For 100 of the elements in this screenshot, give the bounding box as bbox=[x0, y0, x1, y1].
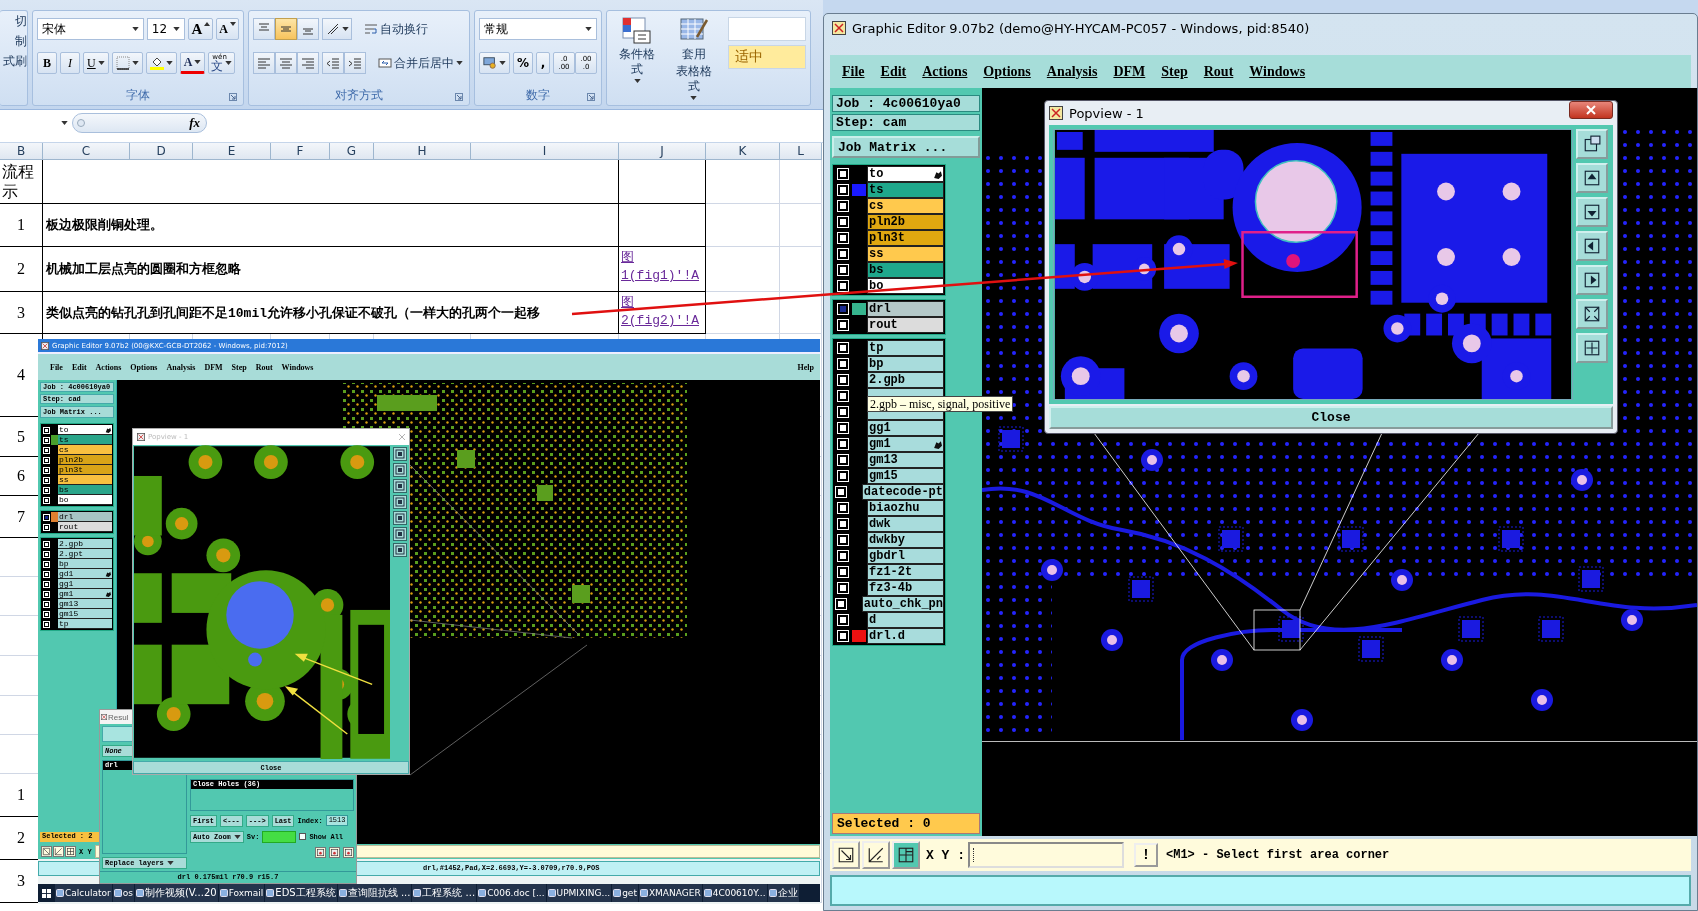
taskbar-item[interactable]: 查询阻抗线 ... bbox=[337, 884, 412, 902]
tool-button[interactable] bbox=[315, 847, 326, 858]
layer-name[interactable]: tp bbox=[867, 340, 944, 356]
layer-name[interactable]: pln2b bbox=[867, 214, 944, 230]
layer-checkbox[interactable] bbox=[837, 471, 848, 481]
layer-checkbox[interactable] bbox=[837, 320, 848, 330]
layer-checkbox[interactable] bbox=[44, 621, 49, 627]
menu-item[interactable]: Options bbox=[130, 362, 158, 372]
taskbar-item[interactable]: Foxmail bbox=[218, 884, 265, 902]
layer-checkbox[interactable] bbox=[837, 439, 848, 449]
view-tool-button[interactable] bbox=[393, 527, 407, 541]
column-header[interactable]: E bbox=[193, 143, 271, 160]
cell-style-swatch[interactable] bbox=[728, 17, 806, 41]
comma-style-button[interactable]: , bbox=[536, 52, 550, 74]
layer-checkbox[interactable] bbox=[44, 477, 49, 483]
layer-checkbox[interactable] bbox=[44, 591, 49, 597]
layer-checkbox[interactable] bbox=[44, 447, 49, 453]
layer-name[interactable]: cs bbox=[58, 445, 112, 455]
font-color-button[interactable]: A bbox=[179, 52, 206, 74]
menu-item[interactable]: Options bbox=[983, 63, 1031, 80]
layer-checkbox[interactable] bbox=[837, 359, 848, 369]
clipboard-command[interactable]: 切 bbox=[15, 14, 27, 28]
menu-item[interactable]: File bbox=[842, 63, 865, 80]
layer-checkbox[interactable] bbox=[837, 583, 848, 593]
menu-item[interactable]: Step bbox=[231, 362, 247, 372]
grow-font-button[interactable]: A bbox=[188, 18, 214, 40]
column-header[interactable]: H bbox=[374, 143, 471, 160]
close-button[interactable]: Close bbox=[1049, 406, 1613, 429]
layer-name[interactable]: fz3-4b bbox=[867, 580, 944, 596]
layer-name[interactable]: gg1 bbox=[58, 579, 112, 589]
layer-checkbox[interactable] bbox=[837, 343, 848, 353]
orientation-button[interactable] bbox=[322, 18, 352, 40]
layer-checkbox[interactable] bbox=[837, 407, 848, 417]
column-header[interactable]: B bbox=[0, 143, 43, 160]
taskbar-item[interactable]: 4C00610Y... bbox=[702, 884, 767, 902]
view-tool-button[interactable] bbox=[393, 511, 407, 525]
layer-name[interactable]: ss bbox=[867, 246, 944, 262]
menu-item[interactable]: Edit bbox=[71, 362, 87, 372]
sv-field[interactable] bbox=[262, 830, 297, 843]
menu-item[interactable]: DFM bbox=[204, 362, 223, 372]
layer-name[interactable]: rout bbox=[58, 522, 112, 532]
vertical-align-button[interactable] bbox=[275, 18, 297, 40]
column-header[interactable]: G bbox=[330, 143, 374, 160]
layer-checkbox[interactable] bbox=[44, 514, 49, 520]
column-header[interactable]: C bbox=[43, 143, 130, 160]
layer-name[interactable]: dwkby bbox=[867, 532, 944, 548]
column-header[interactable]: F bbox=[271, 143, 330, 160]
layer-checkbox[interactable] bbox=[44, 487, 49, 493]
layer-checkbox[interactable] bbox=[44, 561, 49, 567]
layer-name[interactable]: gm13 bbox=[867, 452, 944, 468]
menu-item[interactable]: DFM bbox=[1113, 63, 1146, 80]
view-tool-button[interactable] bbox=[393, 479, 407, 493]
font-size-dropdown[interactable]: 12 bbox=[146, 18, 186, 40]
decrease-indent-button[interactable] bbox=[322, 52, 344, 74]
layer-checkbox[interactable] bbox=[44, 497, 49, 503]
italic-button[interactable]: I bbox=[60, 52, 80, 74]
layer-checkbox[interactable] bbox=[837, 615, 848, 625]
layer-name[interactable]: ss bbox=[58, 475, 112, 485]
layer-name[interactable]: to bbox=[867, 166, 944, 182]
layer-checkbox[interactable] bbox=[837, 201, 848, 211]
layer-checkbox[interactable] bbox=[44, 457, 49, 463]
layer-checkbox[interactable] bbox=[44, 524, 49, 530]
layer-checkbox[interactable] bbox=[44, 467, 49, 473]
taskbar-item[interactable]: 工程系统 ... bbox=[412, 884, 477, 902]
layer-name[interactable]: drl bbox=[58, 512, 112, 522]
layer-name[interactable]: gm1 bbox=[867, 436, 944, 452]
layer-checkbox[interactable] bbox=[44, 601, 49, 607]
layer-name[interactable]: biaozhu bbox=[867, 500, 944, 516]
layer-checkbox[interactable] bbox=[837, 249, 848, 259]
layer-checkbox[interactable] bbox=[837, 567, 848, 577]
taskbar-item[interactable]: 企业 bbox=[767, 884, 799, 902]
menu-item[interactable]: Analysis bbox=[1046, 63, 1098, 80]
layer-checkbox[interactable] bbox=[837, 519, 848, 529]
layer-name[interactable]: gg1 bbox=[867, 420, 944, 436]
layer-name[interactable]: ts bbox=[58, 435, 112, 445]
layer-name[interactable]: pln3t bbox=[867, 230, 944, 246]
column-header[interactable]: K bbox=[706, 143, 780, 160]
layer-checkbox[interactable] bbox=[44, 551, 49, 557]
tool-button[interactable] bbox=[329, 847, 340, 858]
vertical-align-button[interactable] bbox=[253, 18, 275, 40]
conditional-formatting-button[interactable]: 条件格式 bbox=[611, 17, 664, 83]
layer-checkbox[interactable] bbox=[836, 599, 847, 609]
layer-name[interactable]: ts bbox=[867, 182, 944, 198]
menu-item[interactable]: Actions bbox=[922, 63, 968, 80]
close-button[interactable] bbox=[1569, 101, 1613, 119]
layer-checkbox[interactable] bbox=[836, 487, 847, 497]
menu-item[interactable]: Help bbox=[797, 362, 814, 372]
column-header[interactable]: I bbox=[471, 143, 619, 160]
layer-checkbox[interactable] bbox=[837, 185, 848, 195]
menu-item[interactable]: Windows bbox=[281, 362, 314, 372]
layer-checkbox[interactable] bbox=[44, 437, 49, 443]
font-name-dropdown[interactable]: 宋体 bbox=[37, 18, 144, 40]
column-header[interactable]: D bbox=[130, 143, 193, 160]
view-tool-button[interactable] bbox=[393, 543, 407, 557]
alert-button[interactable]: ! bbox=[1134, 843, 1158, 867]
layer-name[interactable]: fz1-2t bbox=[867, 564, 944, 580]
layer-checkbox[interactable] bbox=[44, 427, 49, 433]
layer-checkbox[interactable] bbox=[837, 265, 848, 275]
layer-name[interactable]: gd1 bbox=[58, 569, 112, 579]
show-all-checkbox[interactable] bbox=[299, 833, 307, 840]
